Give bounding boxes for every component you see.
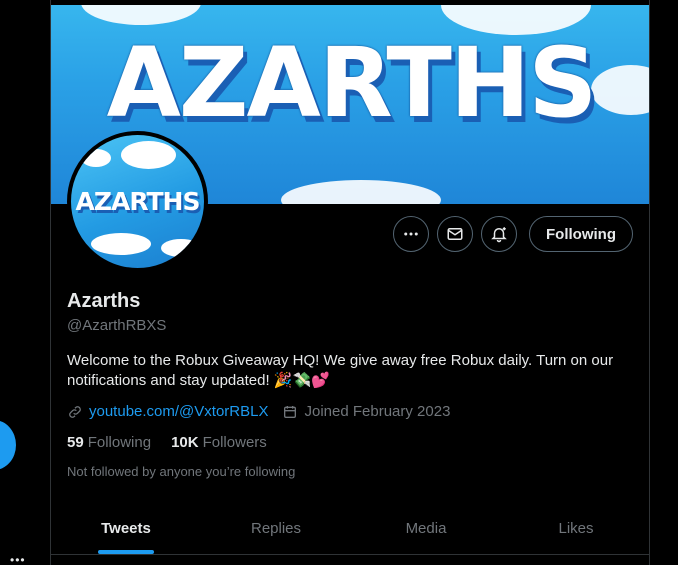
compose-tweet-button[interactable] <box>0 420 16 470</box>
not-followed-notice: Not followed by anyone you’re following <box>67 464 296 479</box>
banner-cloud <box>281 180 441 204</box>
profile-actions: Following <box>393 216 633 252</box>
tab-media[interactable]: Media <box>351 503 501 554</box>
profile-stats: 59 Following 10K Followers <box>67 434 287 451</box>
profile-link-item: youtube.com/@VxtorRBLX <box>67 403 268 420</box>
more-options-button[interactable] <box>393 216 430 252</box>
more-menu-icon[interactable]: ••• <box>10 553 26 565</box>
tab-tweets[interactable]: Tweets <box>51 503 201 554</box>
profile-bio: Welcome to the Robux Giveaway HQ! We giv… <box>67 352 614 389</box>
avatar-cloud <box>161 239 201 257</box>
following-count: 59 <box>67 434 84 451</box>
more-icon <box>404 232 418 236</box>
tab-replies[interactable]: Replies <box>201 503 351 554</box>
avatar-cloud <box>91 233 151 255</box>
profile-column: AZARTHS AZARTHS Following Azarths @Azart… <box>50 0 650 565</box>
following-button[interactable]: Following <box>529 216 633 252</box>
banner-cloud <box>81 5 201 25</box>
avatar-cloud <box>121 141 176 169</box>
banner-title: AZARTHS <box>106 27 598 139</box>
followers-stat[interactable]: 10K Followers <box>171 434 267 451</box>
profile-tabs: Tweets Replies Media Likes <box>51 503 649 555</box>
followers-label: Followers <box>202 434 267 451</box>
left-navigation-rail: ••• <box>0 0 50 565</box>
avatar[interactable]: AZARTHS <box>67 131 208 272</box>
calendar-icon <box>284 405 297 418</box>
profile-handle: @AzarthRBXS <box>67 317 167 334</box>
profile-website-link[interactable]: youtube.com/@VxtorRBLX <box>89 403 268 420</box>
message-button[interactable] <box>437 216 474 252</box>
envelope-icon <box>447 228 463 240</box>
profile-joined-item: Joined February 2023 <box>282 403 450 420</box>
following-label: Following <box>87 434 152 451</box>
followers-count: 10K <box>171 434 199 451</box>
link-icon <box>69 405 81 418</box>
following-stat[interactable]: 59 Following <box>67 434 151 451</box>
profile-joined-date: Joined February 2023 <box>304 403 451 420</box>
avatar-cloud <box>81 149 111 167</box>
profile-meta: youtube.com/@VxtorRBLX Joined February 2… <box>67 403 464 420</box>
tab-likes[interactable]: Likes <box>501 503 649 554</box>
profile-name: Azarths <box>67 290 141 312</box>
avatar-logo-text: AZARTHS <box>75 187 201 216</box>
notifications-button[interactable] <box>481 216 518 252</box>
bell-icon <box>491 227 507 243</box>
